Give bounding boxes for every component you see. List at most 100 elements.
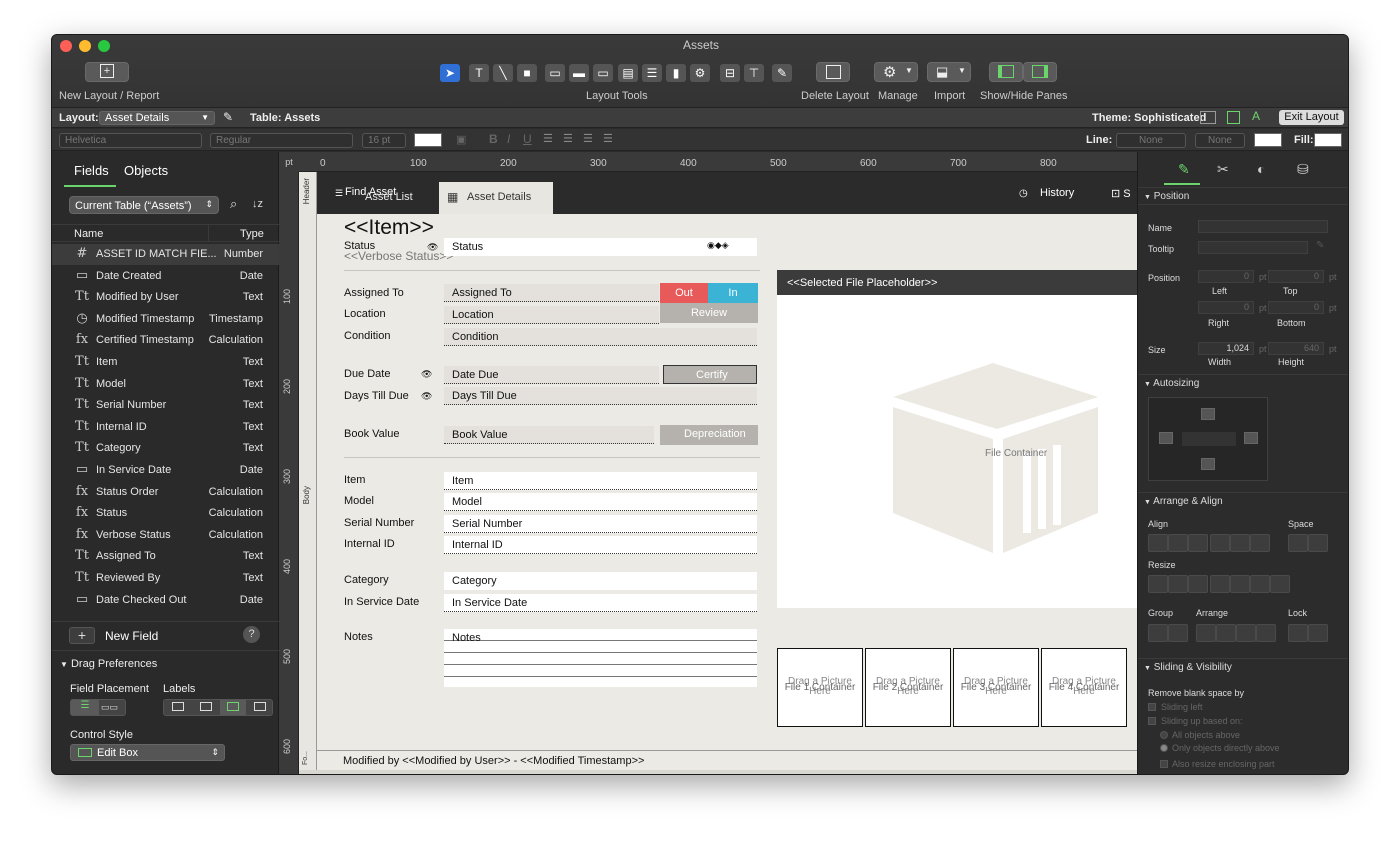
- field-row[interactable]: Tt Reviewed By Text: [52, 568, 279, 589]
- width-input[interactable]: 1,024: [1198, 342, 1254, 355]
- top-input[interactable]: 0: [1268, 270, 1324, 283]
- file-thumbnail-container[interactable]: Drag a Picture Here File 3 Container: [953, 648, 1039, 727]
- left-input[interactable]: 0: [1198, 270, 1254, 283]
- body-part-tab[interactable]: Body: [299, 230, 317, 750]
- font-select[interactable]: Helvetica: [59, 133, 202, 148]
- field-row[interactable]: fx Status Calculation: [52, 503, 279, 524]
- tab-asset-list[interactable]: Asset List: [365, 191, 413, 203]
- field-row[interactable]: Tt Model Text: [52, 374, 279, 395]
- delete-layout-button[interactable]: [816, 62, 850, 82]
- drag-preferences-header[interactable]: ▼ Drag Preferences: [60, 658, 157, 670]
- arrange-button-icon[interactable]: [1148, 624, 1168, 642]
- popover-tool-icon[interactable]: ⊟: [720, 64, 740, 82]
- col-name[interactable]: Name: [74, 228, 103, 240]
- days-till-due-field[interactable]: Days Till Due: [444, 387, 757, 405]
- field-row[interactable]: Tt Category Text: [52, 438, 279, 459]
- font-size-select[interactable]: 16 pt: [362, 133, 406, 148]
- show-right-pane-button[interactable]: [1023, 62, 1057, 82]
- item-title[interactable]: <<Item>>: [344, 216, 434, 240]
- layout-canvas[interactable]: Header Body Fo... ☰ Find Asset Asset Lis…: [299, 172, 1137, 774]
- check-in-button[interactable]: In: [708, 283, 758, 303]
- file-thumbnail-container[interactable]: Drag a Picture Here File 4 Container: [1041, 648, 1127, 727]
- ruler-unit[interactable]: pt: [279, 152, 299, 172]
- tab-asset-details[interactable]: ▦ Asset Details: [439, 182, 553, 214]
- align-button-icon[interactable]: [1288, 534, 1308, 552]
- all-above-radio[interactable]: [1160, 731, 1168, 739]
- left-anchor-lock-icon[interactable]: [1159, 432, 1173, 444]
- vertical-placement-icon[interactable]: ☰: [71, 700, 99, 715]
- field-row[interactable]: Tt Modified by User Text: [52, 287, 279, 308]
- height-input[interactable]: 640: [1268, 342, 1324, 355]
- format-painter-icon[interactable]: ✎: [772, 64, 792, 82]
- model-field[interactable]: Model: [444, 493, 757, 511]
- col-type[interactable]: Type: [240, 228, 264, 240]
- bold-icon[interactable]: B: [489, 132, 498, 146]
- position-section[interactable]: ▼ Position: [1144, 191, 1189, 202]
- field-row[interactable]: # ASSET ID MATCH FIE... Number: [52, 244, 279, 265]
- line-style-select[interactable]: None: [1116, 133, 1186, 148]
- file-thumbnail-container[interactable]: Drag a Picture Here File 1 Container: [777, 648, 863, 727]
- arrange-button-icon[interactable]: [1308, 624, 1328, 642]
- tab-control-tool-icon[interactable]: ▤: [618, 64, 638, 82]
- chart-tool-icon[interactable]: ▮: [666, 64, 686, 82]
- arrange-button-icon[interactable]: [1216, 624, 1236, 642]
- field-row[interactable]: ▭ Date Created Date: [52, 266, 279, 287]
- field-row[interactable]: Tt Item Text: [52, 352, 279, 373]
- file-container[interactable]: File Container: [777, 295, 1137, 608]
- manage-button[interactable]: ⚙ ▼: [874, 62, 918, 82]
- autosizing-section[interactable]: ▼ Autosizing: [1144, 378, 1199, 389]
- slide-control-tool-icon[interactable]: ⊤: [744, 64, 764, 82]
- pencil-icon[interactable]: ✎: [1316, 240, 1324, 251]
- text-color-well[interactable]: [414, 133, 442, 147]
- item-field[interactable]: Item: [444, 472, 757, 490]
- sliding-left-checkbox[interactable]: [1148, 703, 1156, 711]
- button-tool-icon[interactable]: ▭: [593, 64, 613, 82]
- line-tool-icon[interactable]: ╲: [493, 64, 513, 82]
- fill-color-well[interactable]: [1314, 133, 1342, 147]
- serial-number-field[interactable]: Serial Number: [444, 515, 757, 533]
- notes-field[interactable]: Notes: [444, 629, 757, 687]
- internal-id-field[interactable]: Internal ID: [444, 536, 757, 554]
- text-tool-icon[interactable]: T: [469, 64, 489, 82]
- align-button-icon[interactable]: [1250, 534, 1270, 552]
- in-service-date-field[interactable]: In Service Date: [444, 594, 757, 612]
- footer-part-tab[interactable]: Fo...: [299, 750, 317, 770]
- control-style-select[interactable]: Edit Box ⇕: [70, 744, 225, 761]
- align-button-icon[interactable]: [1308, 534, 1328, 552]
- line-width-select[interactable]: None: [1195, 133, 1245, 148]
- horizontal-placement-icon[interactable]: ▭▭: [101, 702, 118, 713]
- appearance-tab-icon[interactable]: ◐: [1257, 161, 1265, 177]
- resize-button-icon[interactable]: [1168, 575, 1188, 593]
- bottom-anchor-lock-icon[interactable]: [1201, 458, 1215, 470]
- only-directly-radio[interactable]: [1160, 744, 1168, 752]
- table-select[interactable]: Current Table (“Assets”) ⇕: [69, 196, 219, 214]
- arrange-button-icon[interactable]: [1288, 624, 1308, 642]
- show-left-pane-button[interactable]: [989, 62, 1023, 82]
- condition-field[interactable]: Condition: [444, 328, 757, 346]
- label-placement-segment[interactable]: [163, 699, 273, 716]
- scripts-icon[interactable]: ⊡ S: [1111, 187, 1131, 200]
- label-top-icon[interactable]: [200, 702, 212, 711]
- position-tab-icon[interactable]: ✎: [1178, 161, 1190, 178]
- resize-button-icon[interactable]: [1210, 575, 1230, 593]
- header-part-tab[interactable]: Header: [299, 172, 317, 230]
- field-row[interactable]: ▭ In Service Date Date: [52, 460, 279, 481]
- field-row[interactable]: Tt Serial Number Text: [52, 395, 279, 416]
- line-color-well[interactable]: [1254, 133, 1282, 147]
- sliding-section[interactable]: ▼ Sliding & Visibility: [1144, 662, 1232, 673]
- align-button-icon[interactable]: [1210, 534, 1230, 552]
- new-field-button[interactable]: New Field: [105, 629, 158, 643]
- field-tool-icon[interactable]: ▭: [545, 64, 565, 82]
- field-row[interactable]: Tt Internal ID Text: [52, 417, 279, 438]
- align-button-icon[interactable]: [1188, 534, 1208, 552]
- pointer-tool-icon[interactable]: ➤: [440, 64, 460, 82]
- resize-button-icon[interactable]: [1188, 575, 1208, 593]
- align-center-icon[interactable]: ☰: [563, 132, 573, 145]
- category-field[interactable]: Category: [444, 572, 757, 590]
- field-row[interactable]: Tt Assigned To Text: [52, 546, 279, 567]
- book-value-field[interactable]: Book Value: [444, 426, 654, 444]
- arrange-button-icon[interactable]: [1236, 624, 1256, 642]
- autosizing-control[interactable]: [1148, 397, 1268, 481]
- right-input[interactable]: 0: [1198, 301, 1254, 314]
- depreciation-button[interactable]: Depreciation: [660, 425, 758, 445]
